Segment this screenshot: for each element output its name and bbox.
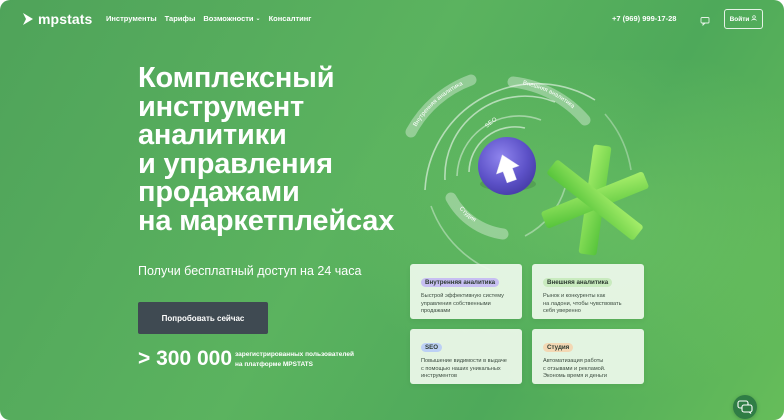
svg-text:SEO: SEO: [484, 117, 498, 130]
arrow-up-icon: [478, 137, 536, 195]
card-badge: Внешняя аналитика: [543, 278, 613, 287]
card-text-line: Экономь время и деньги: [543, 373, 608, 380]
logo-mark-icon: [22, 12, 34, 26]
card-badge: Студия: [543, 343, 574, 352]
card-description: Автоматизация работы с отзывами и реклам…: [543, 358, 636, 381]
hero-title: Комплексный инструмент аналитики и управ…: [138, 64, 418, 235]
hero-title-line: инструмент: [138, 90, 305, 123]
card-text-line: Рынок и конкуренты как: [543, 293, 606, 299]
hero-title-line: продажами: [138, 176, 300, 208]
card-description: Быстрой эффективную систему управления с…: [421, 293, 514, 316]
try-now-button[interactable]: Попробовать сейчас: [138, 302, 268, 334]
nav-item-label: Тарифы: [164, 14, 196, 23]
support-chat-icon[interactable]: [733, 395, 757, 419]
orbit-label-text: SEO: [484, 117, 498, 130]
nav-item-label: Возможности: [203, 14, 254, 23]
phone-link[interactable]: +7 (969) 999-17-28: [612, 14, 676, 23]
users-caption: зарегистрированных пользователей на плат…: [235, 350, 375, 370]
hero-title-line: Комплексный: [138, 62, 335, 94]
asterisk-shape: [541, 144, 649, 256]
card-description: Повышение видимости в выдаче с помощью н…: [421, 358, 514, 381]
login-button[interactable]: Войти: [724, 9, 763, 29]
hero-illustration: Внутренняя аналитика Внешняя аналитика S…: [395, 70, 695, 279]
user-icon: [751, 15, 758, 23]
hero-subtitle: Получи бесплатный доступ на 24 часа: [138, 264, 362, 278]
card-text-line: с помощью наших уникальных: [421, 365, 501, 372]
nav-item-consulting[interactable]: Консалтинг: [269, 14, 312, 23]
nav-item-label: Инструменты: [106, 14, 157, 23]
card-text-line: инструментов: [421, 373, 457, 380]
card-internal-analytics[interactable]: Внутренняя аналитика Быстрой эффективную…: [410, 264, 522, 319]
logo-text: mpstats: [38, 11, 93, 27]
logo[interactable]: mpstats: [22, 11, 92, 27]
chat-icon[interactable]: [700, 13, 710, 31]
card-text-line: управления собственными: [421, 300, 491, 307]
hero-title-line: аналитики: [138, 119, 287, 151]
main-nav: Инструменты Тарифы Возможности ⌄ Консалт…: [106, 14, 311, 23]
card-badge: Внутренняя аналитика: [421, 278, 500, 287]
nav-item-features[interactable]: Возможности ⌄: [203, 14, 260, 23]
orbit-label-internal: Внутренняя аналитика: [405, 74, 477, 138]
chevron-down-icon: ⌄: [255, 16, 261, 22]
card-text-line: Быстрой эффективную систему: [421, 293, 504, 299]
landing-page: mpstats Инструменты Тарифы Возможности ⌄…: [0, 0, 784, 420]
card-description: Рынок и конкуренты как на ладони, чтобы …: [543, 293, 636, 316]
card-text-line: продажами: [421, 308, 451, 315]
orbit-label-studio: Студия: [445, 192, 509, 240]
login-label: Войти: [729, 15, 750, 23]
card-text-line: себя уверенно: [543, 308, 581, 315]
orbit-label-seo: SEO: [484, 117, 498, 130]
card-text-line: с отзывами и рекламой.: [543, 365, 606, 372]
site-header: mpstats Инструменты Тарифы Возможности ⌄…: [0, 0, 784, 36]
card-studio[interactable]: Студия Автоматизация работы с отзывами и…: [532, 329, 644, 384]
nav-item-label: Консалтинг: [268, 14, 312, 23]
card-text-line: на ладони, чтобы чувствовать: [543, 300, 622, 307]
nav-item-pricing[interactable]: Тарифы: [165, 14, 196, 23]
card-badge: SEO: [421, 343, 443, 352]
users-caption-line: зарегистрированных пользователей: [235, 351, 354, 358]
card-seo[interactable]: SEO Повышение видимости в выдаче с помощ…: [410, 329, 522, 384]
nav-item-tools[interactable]: Инструменты: [106, 14, 157, 23]
card-text-line: Повышение видимости в выдаче: [421, 358, 507, 364]
users-caption-line: на платформе MPSTATS: [235, 361, 313, 368]
hero-title-line: на маркетплейсах: [138, 204, 395, 237]
users-count: > 300 000: [138, 347, 233, 370]
card-external-analytics[interactable]: Внешняя аналитика Рынок и конкуренты как…: [532, 264, 644, 319]
card-text-line: Автоматизация работы: [543, 358, 604, 364]
hero-title-line: и управления: [138, 147, 333, 180]
